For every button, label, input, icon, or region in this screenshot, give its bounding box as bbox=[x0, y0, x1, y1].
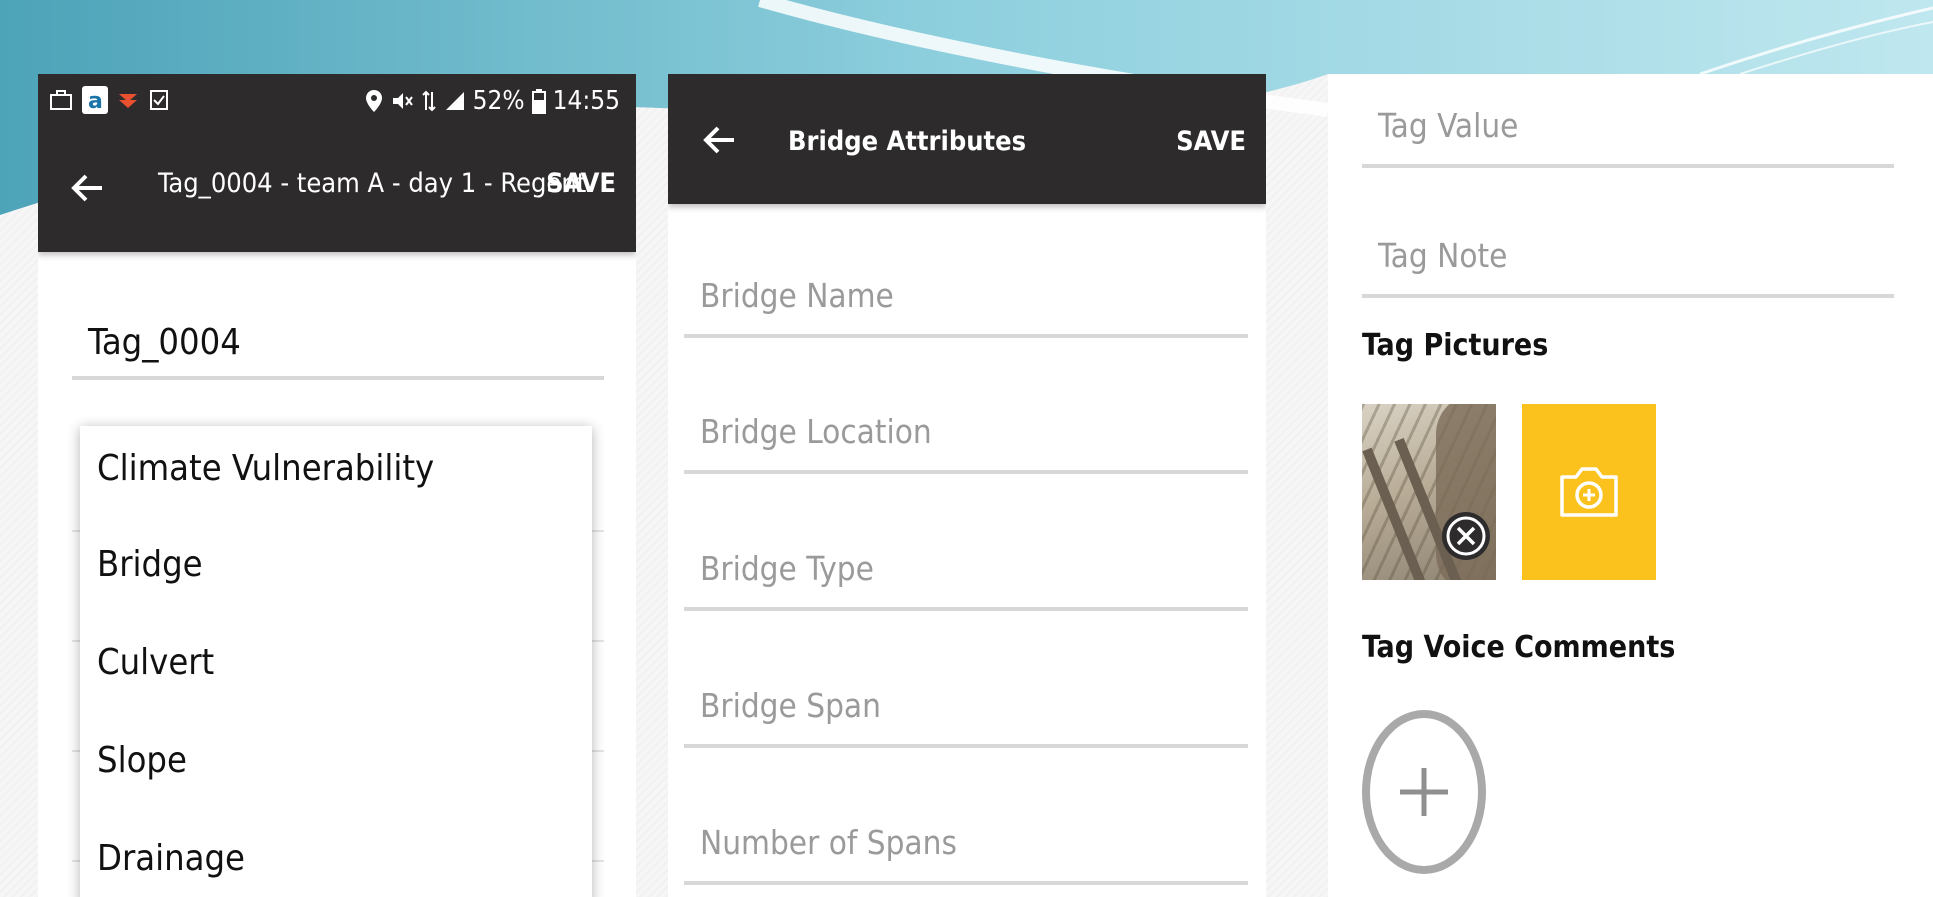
battery-icon bbox=[531, 89, 546, 114]
back-arrow-icon[interactable] bbox=[66, 166, 110, 210]
tag-editor-screen: a 52% 14:55 Tag_0004 - team A - day 1 - … bbox=[38, 74, 636, 897]
clock: 14:55 bbox=[552, 86, 620, 116]
remove-photo-button[interactable] bbox=[1442, 512, 1490, 560]
app-bar: a 52% 14:55 Tag_0004 - team A - day 1 - … bbox=[38, 74, 636, 252]
bridge-type-placeholder: Bridge Type bbox=[700, 549, 874, 588]
bridge-attributes-screen: Bridge Attributes SAVE Bridge Name Bridg… bbox=[668, 74, 1266, 897]
field-underline bbox=[684, 334, 1248, 338]
save-button[interactable]: SAVE bbox=[546, 168, 616, 199]
bridge-span-placeholder: Bridge Span bbox=[700, 686, 881, 725]
tag-value-placeholder: Tag Value bbox=[1378, 106, 1519, 145]
plus-icon bbox=[1400, 768, 1448, 816]
field-underline bbox=[684, 470, 1248, 474]
notification-icons: a bbox=[48, 86, 170, 114]
tag-photo-thumbnail[interactable] bbox=[1362, 404, 1496, 580]
screen-title: Tag_0004 - team A - day 1 - Regent bbox=[158, 168, 587, 199]
field-underline bbox=[684, 607, 1248, 611]
amazon-app-icon: a bbox=[82, 86, 108, 114]
camera-plus-icon bbox=[1560, 467, 1618, 517]
field-underline bbox=[1362, 294, 1894, 298]
dropdown-option-slope[interactable]: Slope bbox=[97, 740, 187, 781]
mute-icon bbox=[392, 93, 413, 109]
svg-text:a: a bbox=[88, 89, 103, 114]
close-icon bbox=[1446, 516, 1486, 556]
system-status: 52% 14:55 bbox=[365, 86, 620, 116]
bridge-location-placeholder: Bridge Location bbox=[700, 412, 932, 451]
app-bar: Bridge Attributes SAVE bbox=[668, 74, 1266, 204]
number-of-spans-placeholder: Number of Spans bbox=[700, 823, 957, 862]
signal-icon bbox=[445, 92, 464, 110]
dropdown-option-drainage[interactable]: Drainage bbox=[97, 838, 245, 879]
add-photo-button[interactable] bbox=[1522, 404, 1656, 580]
tag-name-input[interactable]: Tag_0004 bbox=[88, 322, 241, 363]
briefcase-icon bbox=[50, 90, 72, 110]
dropdown-option-bridge[interactable]: Bridge bbox=[97, 544, 203, 585]
data-arrows-icon bbox=[421, 90, 436, 112]
checkbox-icon bbox=[150, 90, 168, 110]
back-arrow-icon[interactable] bbox=[698, 118, 742, 162]
photo-ladder-rail bbox=[1362, 447, 1428, 580]
tag-voice-comments-heading: Tag Voice Comments bbox=[1362, 630, 1676, 665]
battery-percent: 52% bbox=[472, 86, 525, 116]
field-underline bbox=[1362, 164, 1894, 168]
field-underline bbox=[684, 881, 1248, 885]
app-notification-icon bbox=[119, 94, 137, 108]
field-underline bbox=[684, 744, 1248, 748]
tag-name-underline bbox=[72, 376, 604, 380]
tag-details-screen: Tag Value Tag Note Tag Pictures Tag Voic… bbox=[1328, 74, 1933, 897]
tag-note-placeholder: Tag Note bbox=[1378, 236, 1508, 275]
tag-type-dropdown: Climate Vulnerability Bridge Culvert Slo… bbox=[80, 426, 592, 897]
location-pin-icon bbox=[365, 90, 382, 112]
status-bar: a 52% 14:55 bbox=[38, 74, 636, 134]
tag-pictures-heading: Tag Pictures bbox=[1362, 328, 1549, 363]
dropdown-option-culvert[interactable]: Culvert bbox=[97, 642, 214, 683]
dropdown-option-climate-vulnerability[interactable]: Climate Vulnerability bbox=[97, 448, 434, 489]
screen-title: Bridge Attributes bbox=[788, 126, 1027, 157]
bridge-name-placeholder: Bridge Name bbox=[700, 276, 894, 315]
add-voice-comment-button[interactable] bbox=[1362, 710, 1486, 874]
save-button[interactable]: SAVE bbox=[1176, 126, 1246, 157]
